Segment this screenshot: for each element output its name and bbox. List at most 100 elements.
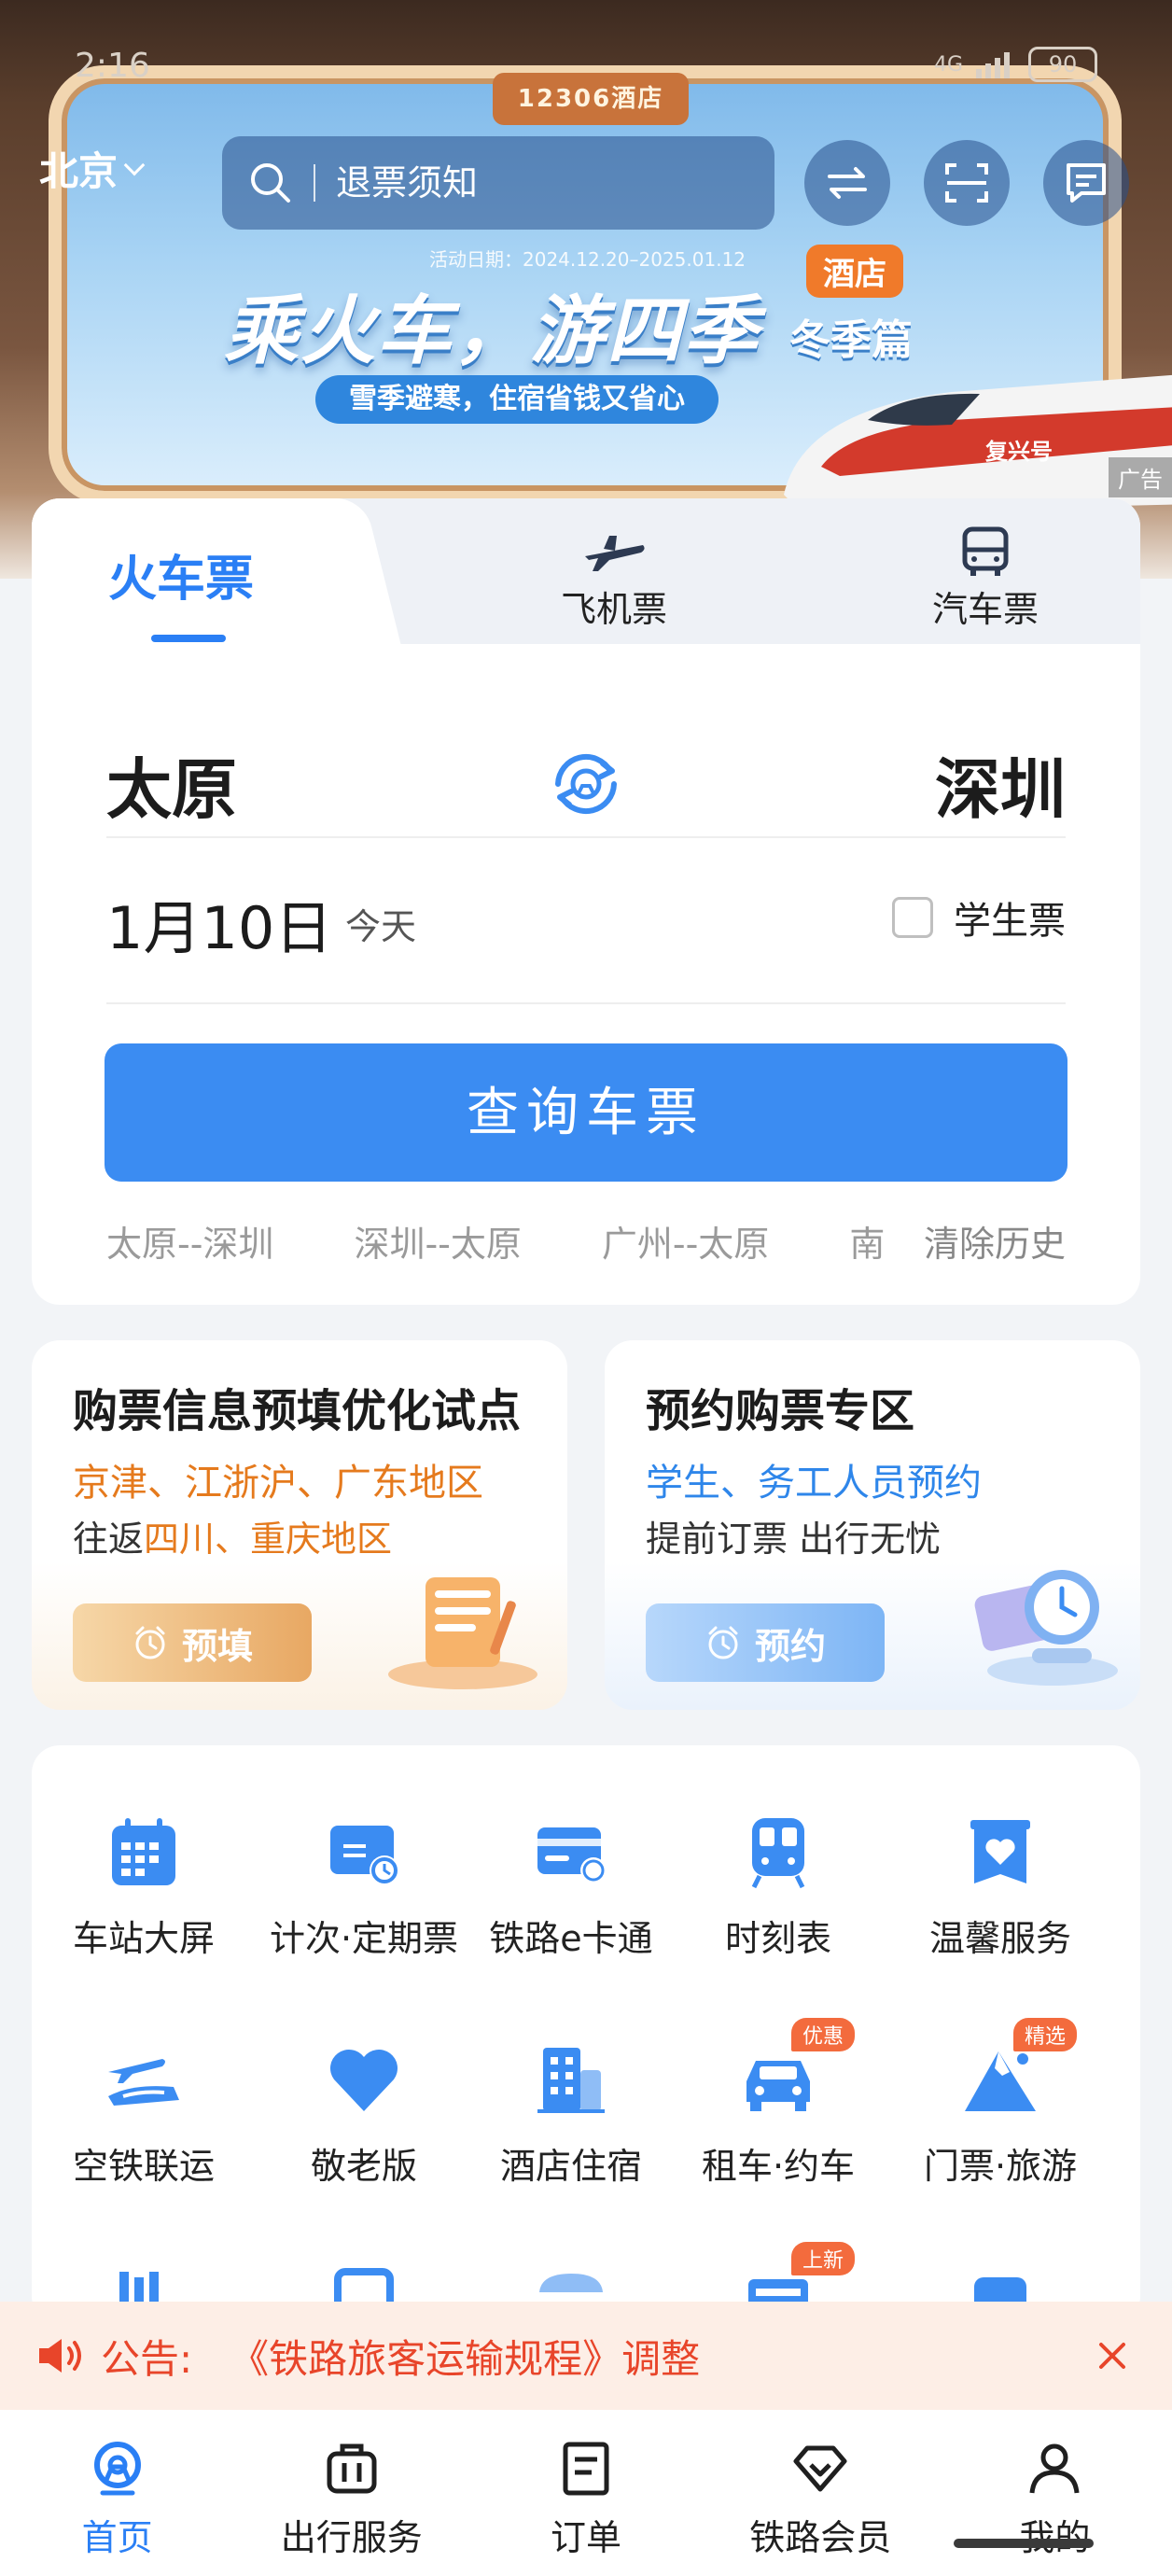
service-hotel[interactable]: 酒店住宿 [459,2040,683,2189]
order-document-icon [563,2442,609,2496]
ad-mark: 广告 [1109,457,1172,497]
service-care[interactable]: 温馨服务 [888,1813,1112,1961]
airplane-icon [585,536,645,571]
nav-label: 出行服务 [280,2517,423,2558]
reservation-zone-card[interactable]: 预约购票专区 学生、务工人员预约 提前订票 出行无忧 预约 [605,1340,1140,1710]
clock-card-illustration [974,1570,1118,1686]
status-icons: 4G 90 [934,47,1097,82]
search-bar[interactable] [222,136,774,230]
banner-tag: 12306酒店 [493,73,689,125]
service-tickets-travel[interactable]: 精选 门票·旅游 [888,2018,1112,2189]
departure-station[interactable]: 太原 [106,737,237,832]
nav-label: 铁路会员 [749,2517,892,2558]
history-item[interactable]: 南 [849,1215,885,1267]
swap-transport-button[interactable] [804,140,890,226]
prefill-pilot-card[interactable]: 购票信息预填优化试点 京津、江浙沪、广东地区 往返四川、重庆地区 预填 [32,1340,567,1710]
user-icon [1029,2443,1080,2494]
divider [106,1002,1066,1004]
prefill-button[interactable]: 预填 [73,1603,312,1682]
student-ticket-option[interactable]: 学生票 [892,890,1066,945]
service-label: 酒店住宿 [499,2146,642,2187]
ticket-clock-icon [330,1826,399,1885]
service-ecard[interactable]: 铁路e卡通 [459,1813,683,1961]
service-elderly-mode[interactable]: 敬老版 [252,2040,476,2189]
suitcase-icon [327,2443,377,2494]
nav-home[interactable]: 首页 [0,2410,234,2576]
service-period-ticket[interactable]: 计次·定期票 [252,1813,476,1961]
services-grid: 车站大屏 计次·定期票 铁路e卡通 时刻表 温馨服务 空铁联运 敬老版 酒店住宿… [32,1745,1140,2324]
banner-date: 活动日期：2024.12.20–2025.01.12 [429,248,746,271]
announcement-bar[interactable]: 公告: 《铁路旅客运输规程》调整 [0,2302,1172,2410]
service-label: 敬老版 [310,2146,417,2187]
banner-subtitle: 雪季避寒，住宿省钱又省心 [315,375,719,424]
service-label: 时刻表 [724,1918,831,1959]
ticket-type-tabs: 火车票 飞机票 汽车票 [32,498,1140,644]
nav-label: 订单 [551,2517,622,2558]
bottom-navigation: 首页 出行服务 订单 铁路会员 我的 [0,2410,1172,2576]
service-label: 租车·约车 [701,2146,856,2187]
student-ticket-label: 学生票 [954,900,1066,943]
mountain-icon [965,2051,1036,2111]
active-tab-indicator [151,635,226,642]
arrival-station[interactable]: 深圳 [935,737,1066,832]
promo-target-users: 学生、务工人员预约 [646,1462,982,1505]
announcement-text[interactable]: 《铁路旅客运输规程》调整 [230,2328,700,2385]
close-icon[interactable] [1094,2337,1131,2374]
search-separator [314,164,315,202]
ad-banner[interactable]: 12306酒店 活动日期：2024.12.20–2025.01.12 乘火车，游… [0,0,1172,579]
heart-box-icon [970,1820,1030,1883]
service-air-rail[interactable]: 空铁联运 [32,2040,256,2189]
railway-logo-icon [93,2442,141,2496]
banner-title: 乘火车，游四季 [224,287,760,374]
scan-icon [945,163,988,203]
date-hint: 今天 [345,906,417,947]
featured-tag: 精选 [1013,2018,1078,2051]
history-item[interactable]: 深圳--太原 [354,1215,521,1267]
travel-date[interactable]: 1月10日 [106,881,332,965]
swap-stations-button[interactable] [545,743,627,825]
history-item[interactable]: 太原--深圳 [106,1215,273,1267]
nav-orders[interactable]: 订单 [468,2410,703,2576]
chevron-down-icon [123,154,146,175]
tab-train-ticket[interactable]: 火车票 [108,539,254,609]
search-input[interactable] [336,162,691,203]
nav-membership[interactable]: 铁路会员 [704,2410,938,2576]
nav-label: 首页 [81,2517,153,2558]
reserve-button[interactable]: 预约 [646,1603,885,1682]
clear-history-button[interactable]: 清除历史 [904,1215,1066,1267]
arrows-exchange-icon [828,167,867,199]
svg-text:复兴号: 复兴号 [984,439,1053,465]
query-tickets-button[interactable]: 查询车票 [105,1043,1067,1182]
service-timetable[interactable]: 时刻表 [666,1813,890,1961]
promo-title: 购票信息预填优化试点 [73,1385,522,1437]
tab-bus-ticket[interactable]: 汽车票 [883,523,1088,632]
tab-bus-label: 汽车票 [931,589,1039,630]
history-item[interactable]: 广州--太原 [602,1215,769,1267]
status-time: 2:16 [75,47,150,85]
promo-title: 预约购票专区 [646,1385,915,1437]
reserve-button-label: 预约 [754,1627,826,1667]
service-station-screen[interactable]: 车站大屏 [32,1813,256,1961]
scan-button[interactable] [924,140,1010,226]
nav-travel-services[interactable]: 出行服务 [234,2410,468,2576]
plane-train-icon [108,2059,179,2106]
bus-icon [962,526,1009,576]
tab-flight-label: 飞机票 [560,589,667,630]
alarm-clock-icon [708,1626,738,1659]
service-car-rental[interactable]: 优惠 租车·约车 [666,2018,890,2189]
tab-flight-ticket[interactable]: 飞机票 [511,523,717,632]
nav-label: 我的 [1019,2517,1091,2558]
message-button[interactable] [1043,140,1129,226]
announcement-label: 公告: [101,2335,193,2382]
city-selector[interactable]: 北京 [39,140,146,197]
search-icon [251,163,290,203]
train-front-icon [751,1818,805,1889]
service-label: 铁路e卡通 [489,1918,653,1959]
divider [106,836,1066,838]
battery-icon: 90 [1028,47,1097,82]
diamond-icon [793,2445,847,2492]
city-label: 北京 [39,148,119,194]
student-checkbox[interactable] [892,897,933,938]
nav-profile[interactable]: 我的 [938,2410,1172,2576]
service-label: 温馨服务 [928,1918,1071,1959]
